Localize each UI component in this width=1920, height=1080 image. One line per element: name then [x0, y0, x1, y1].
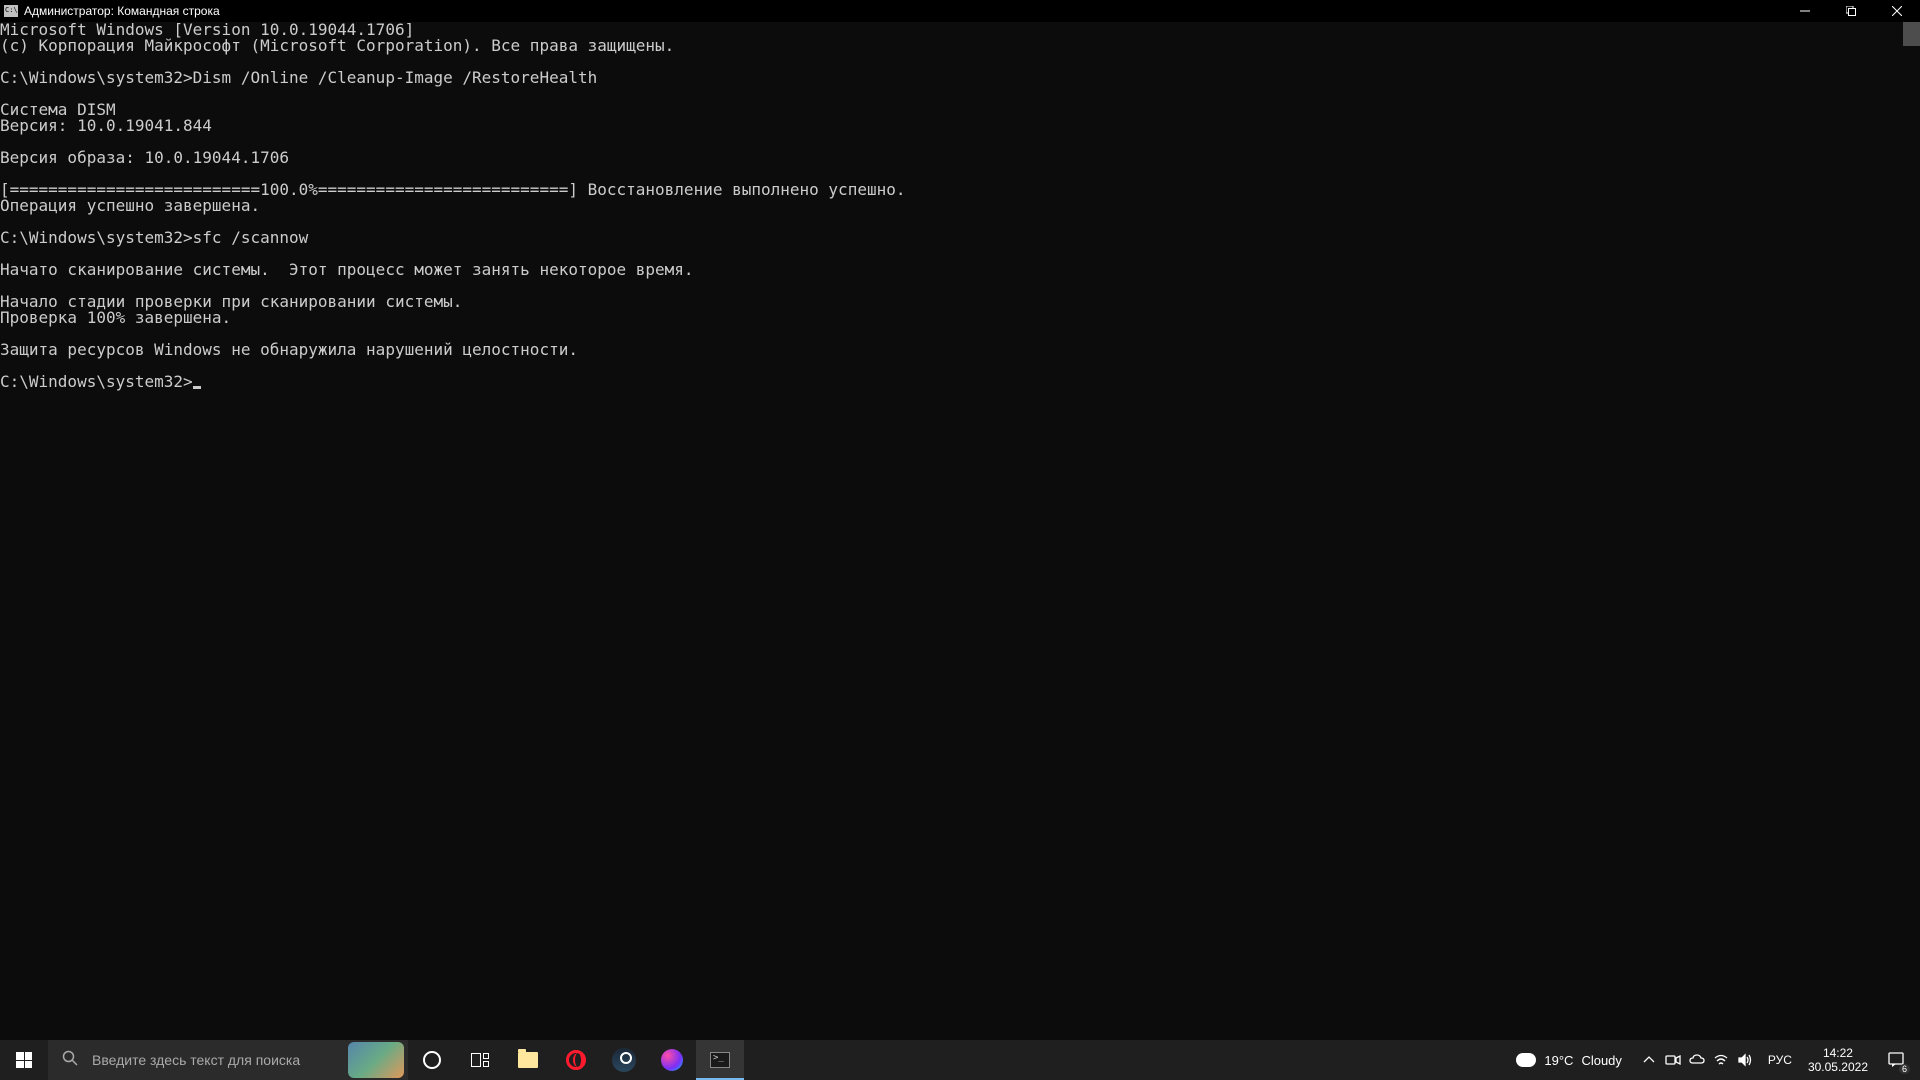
chevron-up-icon[interactable]	[1640, 1051, 1658, 1069]
cmd-icon	[4, 5, 18, 17]
meet-now-icon[interactable]	[1664, 1051, 1682, 1069]
terminal-line: Cистема DISM	[0, 102, 1920, 118]
cmd-taskbar-button[interactable]	[696, 1040, 744, 1080]
volume-icon[interactable]	[1736, 1051, 1754, 1069]
onedrive-icon[interactable]	[1688, 1051, 1706, 1069]
weather-condition: Cloudy	[1581, 1053, 1621, 1068]
terminal-line: Операция успешно завершена.	[0, 198, 1920, 214]
circle-icon	[423, 1051, 441, 1069]
terminal-line: Проверка 100% завершена.	[0, 310, 1920, 326]
terminal-line: [==========================100.0%=======…	[0, 182, 1920, 198]
terminal-line: (c) Корпорация Майкрософт (Microsoft Cor…	[0, 38, 1920, 54]
start-button[interactable]	[0, 1040, 48, 1080]
language-indicator[interactable]: РУС	[1760, 1053, 1800, 1067]
folder-icon	[518, 1052, 538, 1068]
terminal-prompt[interactable]: C:\Windows\system32>	[0, 374, 1920, 390]
app-button[interactable]	[648, 1040, 696, 1080]
terminal-line: Версия: 10.0.19041.844	[0, 118, 1920, 134]
terminal-line: C:\Windows\system32>Dism /Online /Cleanu…	[0, 70, 1920, 86]
terminal-line: C:\Windows\system32>sfc /scannow	[0, 230, 1920, 246]
window-titlebar: Администратор: Командная строка	[0, 0, 1920, 22]
weather-temp: 19°C	[1544, 1053, 1573, 1068]
search-decoration-icon	[348, 1042, 404, 1078]
taskview-icon	[471, 1053, 489, 1067]
search-icon	[62, 1050, 78, 1070]
terminal-line: Начало стадии проверки при сканировании …	[0, 294, 1920, 310]
close-button[interactable]	[1874, 0, 1920, 22]
search-box[interactable]: Введите здесь текст для поиска	[48, 1040, 408, 1080]
window-title: Администратор: Командная строка	[24, 4, 220, 18]
terminal-line: Защита ресурсов Windows не обнаружила на…	[0, 342, 1920, 358]
steam-icon	[612, 1048, 636, 1072]
colorful-circle-icon	[661, 1049, 683, 1071]
clock-time: 14:22	[1808, 1046, 1868, 1060]
notifications-button[interactable]: 6	[1876, 1040, 1916, 1080]
terminal-line	[0, 358, 1920, 374]
explorer-button[interactable]	[504, 1040, 552, 1080]
terminal-icon	[710, 1052, 730, 1068]
terminal-output[interactable]: Microsoft Windows [Version 10.0.19044.17…	[0, 22, 1920, 390]
taskview-button[interactable]	[456, 1040, 504, 1080]
clock[interactable]: 14:22 30.05.2022	[1800, 1046, 1876, 1074]
weather-widget[interactable]: 19°C Cloudy	[1504, 1053, 1634, 1068]
windows-logo-icon	[16, 1052, 32, 1068]
system-tray: 19°C Cloudy РУС 14:22 30.05.2022 6	[1504, 1040, 1920, 1080]
taskbar: Введите здесь текст для поиска 19°C Clou…	[0, 1040, 1920, 1080]
opera-button[interactable]	[552, 1040, 600, 1080]
terminal-line: Версия образа: 10.0.19044.1706	[0, 150, 1920, 166]
cortana-button[interactable]	[408, 1040, 456, 1080]
terminal-line: Начато сканирование системы. Этот процес…	[0, 262, 1920, 278]
wifi-icon[interactable]	[1712, 1051, 1730, 1069]
notification-count: 6	[1899, 1064, 1910, 1074]
opera-icon	[566, 1050, 586, 1070]
clock-date: 30.05.2022	[1808, 1060, 1868, 1074]
maximize-button[interactable]	[1828, 0, 1874, 22]
terminal-line	[0, 86, 1920, 102]
tray-icons	[1634, 1051, 1760, 1069]
window-controls	[1782, 0, 1920, 22]
titlebar-left: Администратор: Командная строка	[4, 4, 220, 18]
search-placeholder: Введите здесь текст для поиска	[92, 1052, 300, 1068]
cloud-icon	[1516, 1053, 1536, 1067]
minimize-button[interactable]	[1782, 0, 1828, 22]
steam-button[interactable]	[600, 1040, 648, 1080]
cursor	[193, 386, 201, 389]
